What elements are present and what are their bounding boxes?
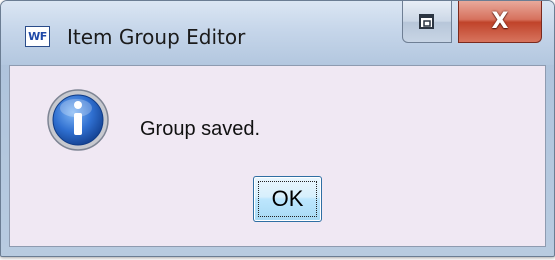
dialog-message: Group saved. xyxy=(140,118,261,140)
wf-app-icon: WF xyxy=(25,26,50,47)
dialog-content: Group saved. OK xyxy=(9,65,546,247)
ok-button[interactable]: OK xyxy=(253,176,322,222)
close-button[interactable]: X xyxy=(458,1,542,43)
dialog-window: WF Item Group Editor X Group saved. OK xyxy=(0,0,555,257)
info-icon xyxy=(47,89,109,151)
window-title: Item Group Editor xyxy=(67,25,246,49)
focus-ring xyxy=(258,181,317,217)
title-bar[interactable]: WF Item Group Editor X xyxy=(1,1,554,65)
close-icon: X xyxy=(491,9,509,34)
restore-button[interactable] xyxy=(402,1,452,43)
app-icon-text: WF xyxy=(28,30,47,43)
restore-icon xyxy=(419,13,434,29)
